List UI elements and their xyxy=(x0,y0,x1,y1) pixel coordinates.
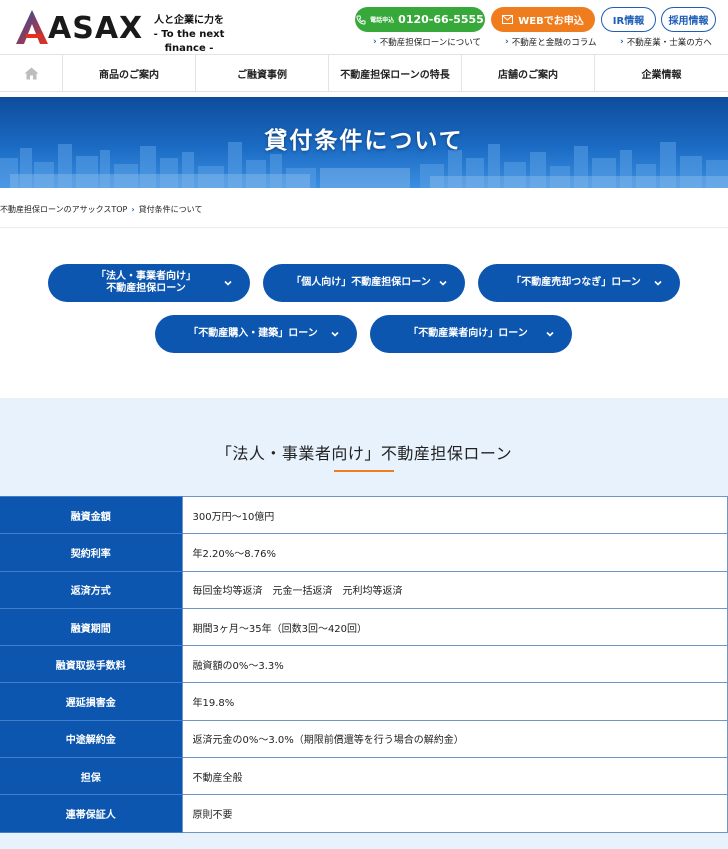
global-nav: 商品のご案内 ご融資事例 不動産担保ローンの特長 店舗のご案内 企業情報 xyxy=(0,54,728,92)
loan-button-dealer[interactable]: 「不動産業者向け」ローン xyxy=(370,315,572,353)
sublink-real-estate-loan[interactable]: › 不動産担保ローンについて xyxy=(373,35,481,48)
nav-home[interactable] xyxy=(0,55,62,91)
table-row: 返済方式 毎回金均等返済 元金一括返済 元利均等返済 xyxy=(0,570,728,609)
title-underline xyxy=(334,470,394,472)
loan-button-personal[interactable]: 「個人向け」不動産担保ローン xyxy=(263,264,465,302)
table-row: 融資金額 300万円〜10億円 xyxy=(0,495,728,535)
row-label: 遅延損害金 xyxy=(0,682,182,721)
row-label: 融資期間 xyxy=(0,607,182,647)
row-value: 300万円〜10億円 xyxy=(181,495,728,535)
breadcrumb: 不動産担保ローンのアサックスTOP › 貸付条件について xyxy=(0,202,202,216)
table-row: 遅延損害金 年19.8% xyxy=(0,682,728,721)
page-title: 貸付条件について xyxy=(264,127,464,154)
loan-button-bridge[interactable]: 「不動産売却つなぎ」ローン xyxy=(478,264,680,302)
loan-button-purchase[interactable]: 「不動産購入・建築」ローン xyxy=(155,315,357,353)
asax-logo[interactable]: ASAX xyxy=(12,8,142,46)
sublink-label: 不動産業・士業の方へ xyxy=(626,37,712,48)
nav-item-stores[interactable]: 店舗のご案内 xyxy=(461,55,594,91)
tel-apply-button[interactable]: 電話申込 0120-66-5555 xyxy=(355,7,485,32)
row-value: 期間3ヶ月〜35年（回数3回〜420回） xyxy=(181,607,728,647)
logo-text: ASAX xyxy=(48,11,144,46)
row-label: 融資取扱手数料 xyxy=(0,645,182,684)
loan-button-corporate[interactable]: 「法人・事業者向け」 不動産担保ローン xyxy=(48,264,250,302)
loan-button-label: 「不動産売却つなぎ」ローン xyxy=(511,277,641,288)
nav-item-features[interactable]: 不動産担保ローンの特長 xyxy=(328,55,461,91)
breadcrumb-home-link[interactable]: 不動産担保ローンのアサックスTOP xyxy=(0,204,127,215)
site-header: ASAX 人と企業に力を - To the next finance - 電話申… xyxy=(0,0,728,56)
row-label: 融資金額 xyxy=(0,495,182,535)
row-label: 返済方式 xyxy=(0,570,182,609)
nav-item-cases[interactable]: ご融資事例 xyxy=(195,55,328,91)
loan-button-label: 「不動産業者向け」ローン xyxy=(408,328,528,339)
table-row: 連帯保証人 原則不要 xyxy=(0,794,728,833)
phone-icon xyxy=(356,15,366,25)
sublink-label: 不動産と金融のコラム xyxy=(511,37,597,48)
tagline: 人と企業に力を - To the next finance - xyxy=(134,14,244,56)
breadcrumb-current: 貸付条件について xyxy=(138,204,203,214)
recruit-button[interactable]: 採用情報 xyxy=(661,7,716,32)
row-label: 契約利率 xyxy=(0,533,182,572)
sublink-label: 不動産担保ローンについて xyxy=(379,37,482,48)
loan-button-label: 「個人向け」不動産担保ローン xyxy=(291,277,431,288)
chevron-down-icon xyxy=(331,331,339,337)
tel-number: 0120-66-5555 xyxy=(398,13,484,26)
chevron-right-icon: › xyxy=(620,36,624,47)
chevron-down-icon xyxy=(546,331,554,337)
sublink-column[interactable]: › 不動産と金融のコラム xyxy=(505,35,596,48)
chevron-down-icon xyxy=(654,280,662,286)
loan-button-label: 「不動産購入・建築」ローン xyxy=(188,328,318,339)
loan-button-label: 「法人・事業者向け」 不動産担保ローン xyxy=(96,271,196,294)
ir-button[interactable]: IR情報 xyxy=(601,7,656,32)
tel-prefix: 電話申込 xyxy=(370,17,395,24)
row-label: 担保 xyxy=(0,757,182,796)
web-apply-label: WEBでお申込 xyxy=(518,16,584,27)
mail-icon xyxy=(502,15,514,24)
tagline-en: - To the next finance - xyxy=(153,29,225,54)
row-value: 返済元金の0%〜3.0%（期限前償還等を行う場合の解約金） xyxy=(181,719,728,759)
table-row: 融資取扱手数料 融資額の0%〜3.3% xyxy=(0,645,728,684)
row-label: 連帯保証人 xyxy=(0,794,182,833)
row-value: 年19.8% xyxy=(181,682,728,721)
chevron-down-icon xyxy=(439,280,447,286)
asax-logo-mark-icon xyxy=(16,10,48,44)
tagline-jp: 人と企業に力を xyxy=(154,15,224,26)
row-value: 原則不要 xyxy=(181,794,728,833)
web-apply-button[interactable]: WEBでお申込 xyxy=(491,7,595,32)
row-value: 不動産全般 xyxy=(181,757,728,796)
row-label: 中途解約金 xyxy=(0,719,182,759)
sublink-professionals[interactable]: › 不動産業・士業の方へ xyxy=(620,35,712,48)
hero-banner: 貸付条件について xyxy=(0,97,728,188)
table-row: 担保 不動産全般 xyxy=(0,757,728,796)
row-value: 年2.20%〜8.76% xyxy=(181,533,728,572)
nav-item-products[interactable]: 商品のご案内 xyxy=(62,55,195,91)
chevron-right-icon: › xyxy=(131,204,135,214)
section-title: 「法人・事業者向け」不動産担保ローン xyxy=(215,444,513,463)
home-icon xyxy=(24,67,38,79)
row-value: 融資額の0%〜3.3% xyxy=(181,645,728,684)
row-value: 毎回金均等返済 元金一括返済 元利均等返済 xyxy=(181,570,728,609)
table-row: 契約利率 年2.20%〜8.76% xyxy=(0,533,728,572)
loan-terms-table: 融資金額 300万円〜10億円 契約利率 年2.20%〜8.76% 返済方式 毎… xyxy=(0,495,728,833)
chevron-right-icon: › xyxy=(373,36,377,47)
nav-item-company[interactable]: 企業情報 xyxy=(594,55,728,91)
chevron-down-icon xyxy=(224,280,232,286)
divider xyxy=(0,227,728,228)
table-row: 中途解約金 返済元金の0%〜3.0%（期限前償還等を行う場合の解約金） xyxy=(0,719,728,759)
chevron-right-icon: › xyxy=(505,36,509,47)
table-row: 融資期間 期間3ヶ月〜35年（回数3回〜420回） xyxy=(0,607,728,647)
